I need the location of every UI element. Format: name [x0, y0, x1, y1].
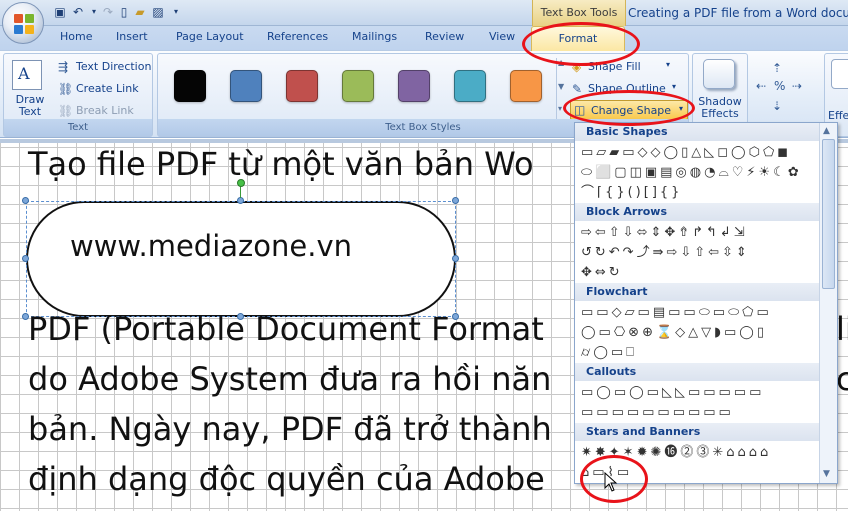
- resize-handle[interactable]: [237, 197, 244, 204]
- nudge-up-icon[interactable]: ⇡: [772, 61, 782, 75]
- text-direction-button[interactable]: Text Direction: [76, 60, 151, 73]
- shape-fill-dropdown-icon[interactable]: ▾: [666, 60, 670, 69]
- shape-section-header: Stars and Banners: [575, 423, 819, 441]
- mouse-cursor-icon: [604, 472, 618, 492]
- change-shape-menu: Basic Shapes ▭▱▰▭◇◇◯▯△◺◻◯⬡⬠◼ ⬭⬜▢◫▣▤◎◍◔⌓♡⚡☀…: [574, 122, 838, 484]
- menu-scrollbar[interactable]: ▲ ▼: [819, 123, 837, 483]
- scroll-up-icon[interactable]: ▲: [823, 126, 830, 136]
- change-shape-label: Change Shape: [591, 104, 672, 117]
- text-group-label: Text: [4, 119, 152, 136]
- style-swatch[interactable]: [454, 70, 486, 102]
- shape-row[interactable]: ▭▭▭▭▭▭▭▭▭▭: [581, 403, 734, 422]
- shape-row[interactable]: ◯▭⎔⊗⊕⌛◇△▽◗▭◯▯: [581, 323, 767, 342]
- shape-row[interactable]: ▭◯▭◯▭◺◺▭▭▭▭▭: [581, 383, 764, 402]
- shape-section-header: Flowchart: [575, 283, 819, 301]
- 3d-effects-icon: [831, 59, 848, 89]
- text-box-shape[interactable]: www.mediazone.vn: [26, 201, 456, 317]
- style-swatch[interactable]: [286, 70, 318, 102]
- redo-icon[interactable]: ↷: [100, 4, 116, 20]
- 3d-effects-label: Effe: [828, 109, 848, 122]
- paragraph-line[interactable]: do Adobe System đưa ra hồi năn: [28, 360, 551, 398]
- tab-mailings[interactable]: Mailings: [352, 30, 397, 43]
- style-swatch[interactable]: [230, 70, 262, 102]
- title-bar: ▣ ↶ ▾ ↷ ▯ ▰ ▨ ▾ Text Box Tools Creating …: [0, 0, 848, 26]
- rotation-handle[interactable]: [237, 179, 245, 187]
- create-link-button[interactable]: Create Link: [76, 82, 139, 95]
- new-document-icon[interactable]: ▯: [116, 4, 132, 20]
- resize-handle[interactable]: [22, 255, 29, 262]
- change-shape-dropdown-icon: ▾: [679, 104, 684, 113]
- open-folder-icon[interactable]: ▰: [132, 4, 148, 20]
- draw-text-box-icon: A: [12, 60, 42, 90]
- style-swatch[interactable]: [342, 70, 374, 102]
- tab-view[interactable]: View: [489, 30, 515, 43]
- text-box-content[interactable]: www.mediazone.vn: [70, 229, 352, 263]
- shape-section-header: Basic Shapes: [575, 123, 819, 141]
- create-link-icon: ⛓: [58, 82, 74, 96]
- shape-row[interactable]: ⬭⬜▢◫▣▤◎◍◔⌓♡⚡☀☾✿: [581, 163, 802, 182]
- shape-row[interactable]: ↺↻↶↷⤴⇛⇨⇩⇧⇦⇳⇕: [581, 243, 750, 262]
- shape-row[interactable]: ✥⇔↻: [581, 263, 623, 282]
- undo-icon[interactable]: ↶: [70, 4, 86, 20]
- style-swatch[interactable]: [510, 70, 542, 102]
- resize-handle[interactable]: [452, 255, 459, 262]
- change-shape-button[interactable]: ◫ Change Shape ▾: [570, 100, 688, 120]
- style-swatch[interactable]: [398, 70, 430, 102]
- shape-row[interactable]: ▭▭◇▱▭▤▭▭⬭▭⬭⬠▭: [581, 303, 772, 322]
- tab-review[interactable]: Review: [425, 30, 464, 43]
- tab-home[interactable]: Home: [60, 30, 92, 43]
- shape-fill-button[interactable]: Shape Fill: [588, 60, 641, 73]
- resize-handle[interactable]: [452, 197, 459, 204]
- resize-handle[interactable]: [22, 197, 29, 204]
- shadow-effects-button[interactable]: Shadow Effects: [695, 96, 745, 120]
- nudge-right-icon[interactable]: ⇢: [792, 79, 802, 93]
- customize-toolbar-icon[interactable]: ▾: [168, 4, 184, 20]
- tab-page-layout[interactable]: Page Layout: [176, 30, 244, 43]
- tab-format[interactable]: Format: [531, 26, 625, 51]
- change-shape-icon: ◫: [574, 103, 586, 117]
- office-logo-icon: [14, 14, 34, 34]
- shape-outline-dropdown-icon[interactable]: ▾: [672, 82, 676, 91]
- shape-section-header: Block Arrows: [575, 203, 819, 221]
- break-link-icon: ⛓: [58, 104, 74, 118]
- shape-row[interactable]: ▭▱▰▭◇◇◯▯△◺◻◯⬡⬠◼: [581, 143, 791, 162]
- shape-section-header: Callouts: [575, 363, 819, 381]
- text-group: A Draw Text Box ⇶ Text Direction ⛓ Creat…: [3, 53, 153, 137]
- shadow-toggle-icon[interactable]: %: [774, 79, 785, 93]
- document-heading[interactable]: Tạo file PDF từ một văn bản Wo: [28, 145, 534, 183]
- style-swatch[interactable]: [174, 70, 206, 102]
- office-button[interactable]: [2, 2, 44, 44]
- paragraph-line[interactable]: bản. Ngày nay, PDF đã trở thành: [28, 410, 552, 448]
- contextual-tools-title: Text Box Tools: [532, 0, 626, 26]
- shape-outline-icon: ✎: [572, 82, 583, 96]
- nudge-left-icon[interactable]: ⇠: [756, 79, 766, 93]
- shadow-nudge-controls: ⇡ ⇠ % ⇢ ⇣: [752, 59, 822, 119]
- nudge-down-icon[interactable]: ⇣: [772, 99, 782, 113]
- tab-references[interactable]: References: [267, 30, 328, 43]
- break-link-button[interactable]: Break Link: [76, 104, 134, 117]
- shape-row[interactable]: ⇨⇦⇧⇩⬄⇕✥⇮↱↰↲⇲: [581, 223, 748, 242]
- window-title: Creating a PDF file from a Word documen: [628, 6, 848, 20]
- paragraph-line[interactable]: PDF (Portable Document Format: [28, 310, 544, 348]
- picture-icon[interactable]: ▨: [150, 4, 166, 20]
- gallery-scroll[interactable]: ▲ ▼ ▾: [556, 58, 566, 120]
- paragraph-line[interactable]: định dạng độc quyền của Adobe: [28, 460, 545, 498]
- tab-insert[interactable]: Insert: [116, 30, 148, 43]
- shape-fill-icon: ◈: [572, 60, 582, 74]
- scroll-down-icon[interactable]: ▼: [823, 469, 830, 479]
- ribbon-tabs: Home Insert Page Layout References Maili…: [0, 26, 848, 50]
- rotation-stem: [240, 186, 241, 198]
- save-icon[interactable]: ▣: [52, 4, 68, 20]
- shape-row[interactable]: ✷✸✦✶✹✺⓰⓶⓷✳⌂⌂⌂⌂: [581, 443, 771, 462]
- text-direction-icon: ⇶: [58, 60, 69, 74]
- shadow-effects-icon: [703, 59, 735, 89]
- shape-row[interactable]: ⌭◯▭⎕: [581, 343, 637, 362]
- shape-row[interactable]: ⌒⌈{}()[]{}: [581, 183, 682, 202]
- scroll-thumb[interactable]: [822, 139, 835, 289]
- shape-outline-button[interactable]: Shape Outline: [588, 82, 666, 95]
